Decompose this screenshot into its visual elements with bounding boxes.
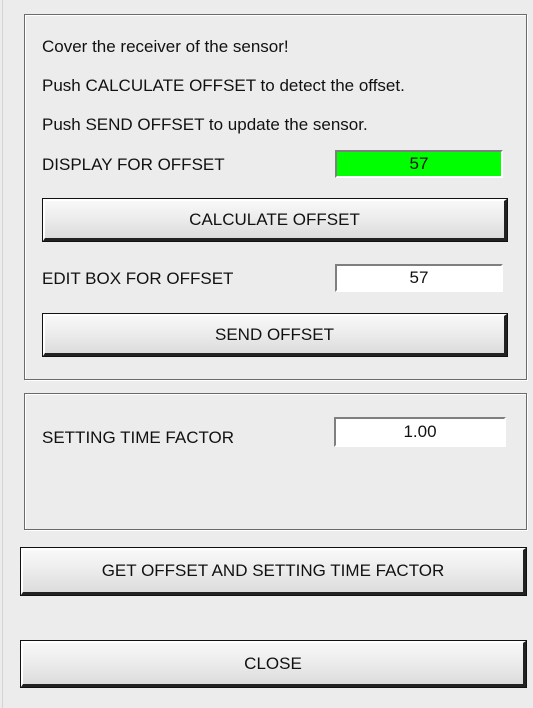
instruction-send-offset: Push SEND OFFSET to update the sensor. [42, 115, 368, 134]
offset-display: 57 [335, 150, 503, 178]
offset-panel: Cover the receiver of the sensor! Push C… [24, 14, 527, 380]
calculate-offset-button[interactable]: CALCULATE OFFSET [42, 198, 508, 242]
offset-settings-window: Cover the receiver of the sensor! Push C… [2, 0, 533, 708]
edit-offset-label: EDIT BOX FOR OFFSET [42, 269, 234, 288]
get-offset-and-setting-time-factor-button[interactable]: GET OFFSET AND SETTING TIME FACTOR [20, 547, 527, 596]
send-offset-button[interactable]: SEND OFFSET [42, 313, 508, 357]
setting-time-panel: SETTING TIME FACTOR 1.00 [24, 393, 527, 530]
instruction-cover-receiver: Cover the receiver of the sensor! [42, 37, 289, 56]
setting-time-factor-label: SETTING TIME FACTOR [42, 428, 235, 447]
offset-edit-box[interactable]: 57 [335, 264, 503, 292]
close-button[interactable]: CLOSE [20, 640, 527, 688]
instruction-calculate-offset: Push CALCULATE OFFSET to detect the offs… [42, 76, 405, 95]
setting-time-factor-input[interactable]: 1.00 [334, 417, 506, 447]
display-offset-label: DISPLAY FOR OFFSET [42, 155, 225, 174]
